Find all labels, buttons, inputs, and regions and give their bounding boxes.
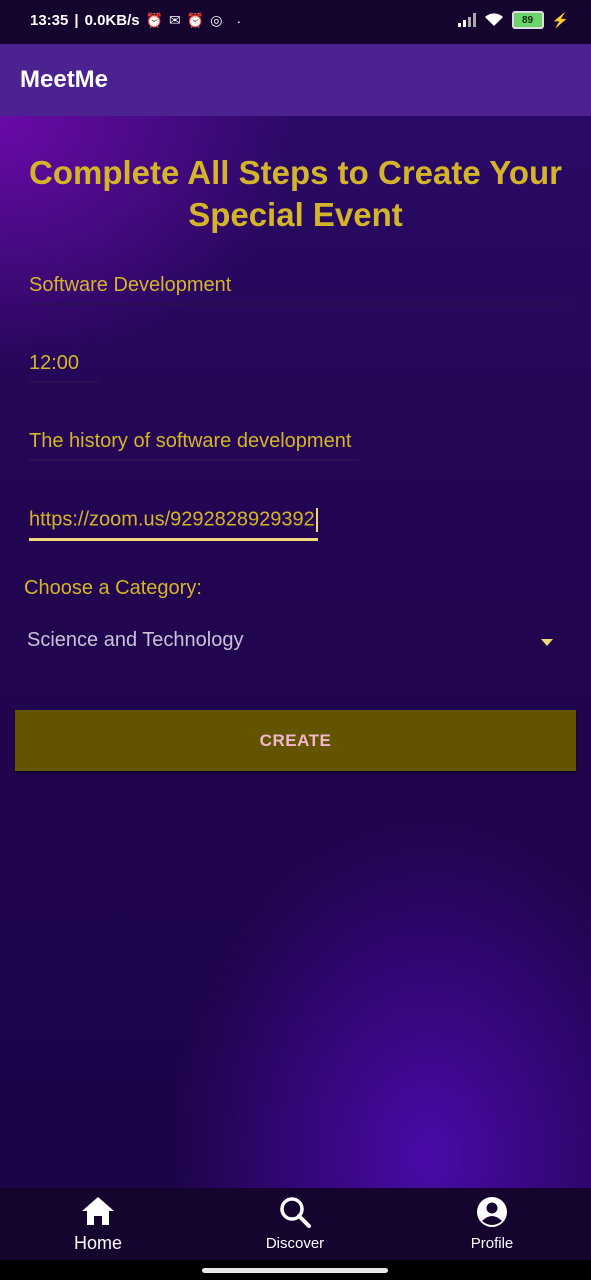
text-cursor — [315, 508, 318, 532]
event-title-value: Software Development — [29, 274, 232, 296]
battery-icon: 89 — [511, 11, 544, 29]
status-bar: 13:35 | 0.0KB/s ⏰ ✉ ⏰ ◎ · 89 ⚡ — [0, 0, 591, 44]
status-time: 13:35 — [30, 12, 69, 29]
nav-label-profile: Profile — [470, 1235, 514, 1252]
bottom-navigation: Home Discover Profile — [0, 1188, 591, 1260]
app-icon: ◎ — [210, 12, 223, 28]
status-separator: | — [74, 12, 79, 29]
event-title-field[interactable]: Software Development — [29, 274, 571, 305]
app-title: MeetMe — [20, 66, 109, 93]
create-button[interactable]: CREATE — [15, 710, 576, 771]
nav-item-discover[interactable]: Discover — [255, 1196, 335, 1252]
event-description-value: The history of software development — [29, 430, 352, 452]
status-left: 13:35 | 0.0KB/s ⏰ ✉ ⏰ ◎ · — [30, 12, 241, 29]
category-label: Choose a Category: — [24, 577, 202, 599]
dropdown-arrow-icon — [541, 639, 553, 646]
nav-item-home[interactable]: Home — [58, 1196, 138, 1254]
home-icon — [82, 1197, 114, 1225]
nav-label-home: Home — [73, 1233, 122, 1253]
nav-label-discover: Discover — [265, 1235, 325, 1252]
event-link-value: https://zoom.us/9292828929392 — [29, 508, 315, 531]
charging-icon: ⚡ — [551, 11, 569, 28]
gmail-icon: ✉ — [169, 12, 181, 28]
create-button-label: CREATE — [259, 730, 332, 750]
nav-item-profile[interactable]: Profile — [452, 1196, 532, 1252]
battery-level: 89 — [522, 14, 534, 26]
gesture-handle[interactable] — [202, 1268, 388, 1273]
create-event-form: Complete All Steps to Create Your Specia… — [0, 116, 591, 1188]
app-bar: MeetMe — [0, 44, 591, 116]
page-heading: Complete All Steps to Create Your Specia… — [29, 154, 562, 233]
account-circle-icon — [477, 1197, 507, 1227]
event-time-field[interactable]: 12:00 — [29, 352, 99, 383]
search-icon — [280, 1197, 311, 1228]
network-speed: 0.0KB/s — [84, 12, 140, 29]
status-right: 89 ⚡ — [457, 11, 569, 29]
event-description-field[interactable]: The history of software development — [29, 430, 359, 461]
system-navigation-bar — [0, 1260, 591, 1280]
alarm-icon: ⏰ — [145, 12, 164, 28]
alarm-icon: ⏰ — [186, 12, 205, 28]
dot-icon: · — [236, 12, 242, 29]
category-dropdown[interactable]: Science and Technology — [27, 629, 567, 657]
event-time-value: 12:00 — [29, 352, 80, 374]
wifi-icon — [484, 13, 503, 26]
category-selected: Science and Technology — [27, 629, 244, 651]
event-link-field[interactable]: https://zoom.us/9292828929392 — [29, 508, 318, 541]
signal-icon — [457, 13, 476, 27]
